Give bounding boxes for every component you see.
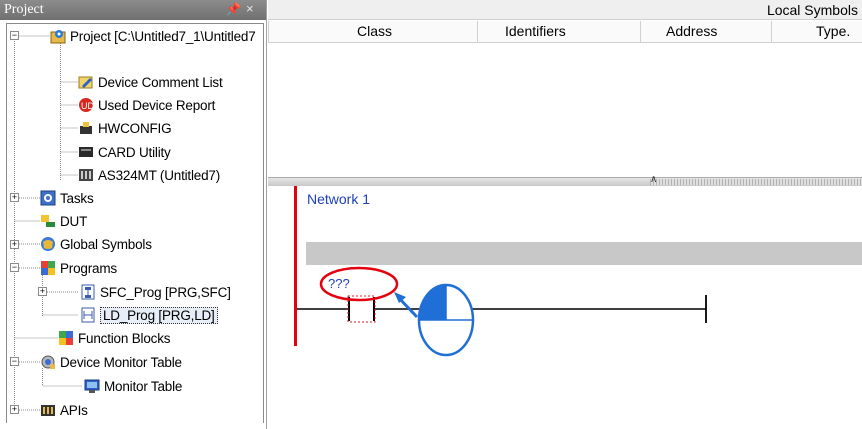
pane-splitter[interactable]: ∧	[268, 174, 862, 186]
ladder-drawing	[297, 266, 707, 357]
mouse-cursor-icon	[417, 283, 475, 357]
project-panel: Project 📌 × − + + − + − + Project [C:\Un…	[0, 0, 267, 429]
column-header-identifiers[interactable]: Identifiers	[505, 23, 566, 39]
splitter-arrow-icon[interactable]: ∧	[650, 174, 657, 185]
ladder-editor: Network 1 ???	[268, 186, 862, 429]
column-divider[interactable]	[640, 21, 641, 43]
column-divider[interactable]	[771, 21, 772, 43]
column-header-class[interactable]: Class	[357, 23, 392, 39]
local-symbols-panel: Local Symbols Class Identifiers Address …	[268, 0, 862, 178]
column-header-type[interactable]: Type.	[816, 23, 850, 39]
highlight-circle	[319, 266, 399, 302]
project-tree	[6, 23, 264, 423]
column-divider[interactable]	[268, 21, 269, 43]
splitter-grip[interactable]	[650, 179, 862, 185]
column-divider[interactable]	[477, 21, 478, 43]
column-header-address[interactable]: Address	[666, 23, 717, 39]
app-window: Project 📌 × − + + − + − + Project [C:\Un…	[0, 0, 862, 429]
local-symbols-title: Local Symbols	[766, 2, 858, 18]
local-symbols-title-bar: Local Symbols	[268, 0, 862, 20]
local-symbols-header: Class Identifiers Address Type.	[268, 21, 862, 43]
